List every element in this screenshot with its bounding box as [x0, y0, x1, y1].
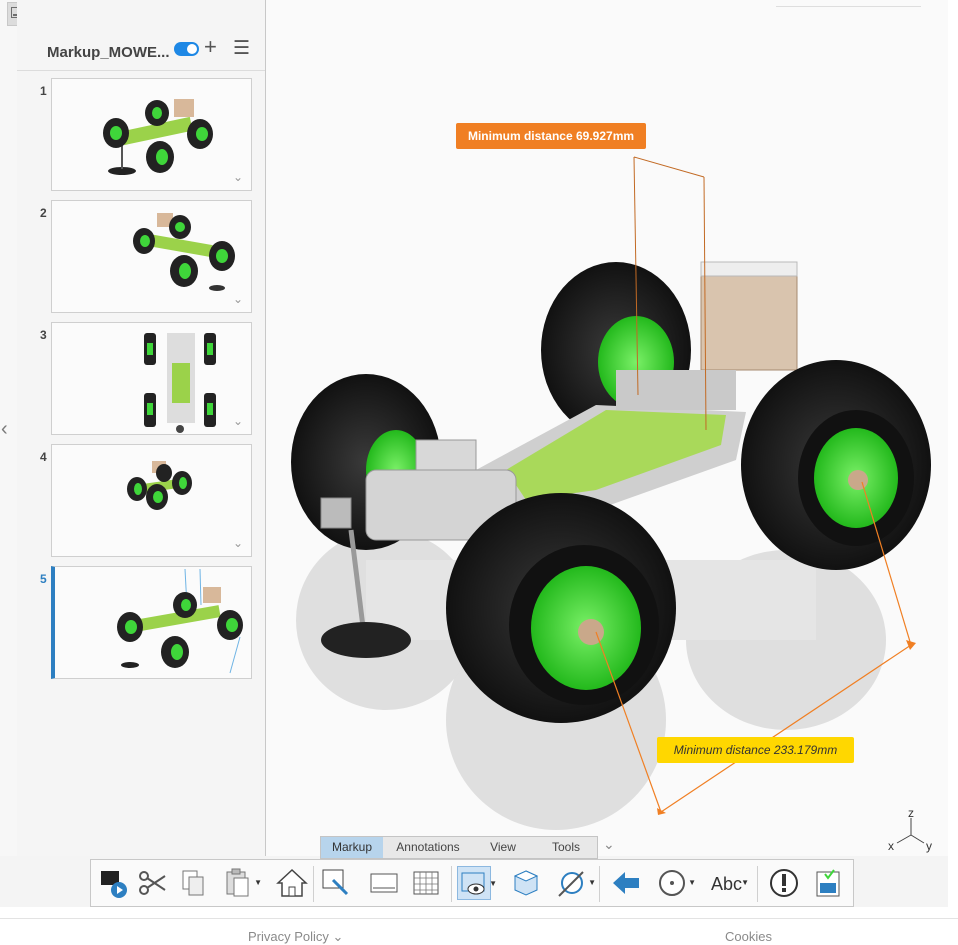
page-footer: Privacy Policy ⌄ Cookies	[0, 918, 958, 944]
back-arrow-icon[interactable]	[609, 866, 643, 900]
collapse-panel-icon[interactable]: ‹	[1, 418, 8, 441]
select-tool-icon[interactable]	[319, 866, 353, 900]
paste-icon[interactable]: ▼	[221, 866, 262, 900]
chevron-down-icon[interactable]: ⌄	[603, 836, 615, 853]
thumbnail-item-2[interactable]: 2 ⌄	[17, 200, 265, 316]
alert-icon[interactable]	[767, 866, 801, 900]
panel-icon[interactable]	[367, 866, 401, 900]
view-icon[interactable]: ▼	[457, 866, 497, 900]
toolbar-separator	[599, 866, 600, 902]
add-icon[interactable]: +	[204, 34, 217, 60]
text-tool-icon[interactable]: Abc ▼	[707, 866, 749, 900]
measurement-label-bottom[interactable]: Minimum distance 233.179mm	[657, 737, 854, 763]
axis-y-label: y	[926, 839, 932, 853]
cookies-link[interactable]: Cookies	[725, 929, 772, 944]
tab-markup[interactable]: Markup	[321, 837, 383, 858]
viewport-top-strip	[776, 0, 921, 7]
chevron-down-icon[interactable]: ⌄	[233, 292, 243, 306]
grid-icon[interactable]	[409, 866, 443, 900]
3d-viewport[interactable]: Minimum distance 69.927mm Minimum distan…	[266, 0, 948, 856]
thumbnail-item-3[interactable]: 3 ⌄	[17, 322, 265, 438]
axis-z-label: z	[908, 806, 914, 820]
thumbnail-number: 2	[40, 206, 47, 220]
text-tool-label: Abc	[711, 874, 743, 894]
thumbnail-image[interactable]: ⌄	[51, 444, 252, 557]
thumbnail-item-5[interactable]: 5	[17, 566, 265, 682]
thumbnail-image[interactable]: ⌄	[51, 200, 252, 313]
chevron-down-icon[interactable]: ⌄	[233, 170, 243, 184]
thumbnail-image[interactable]: ⌄	[51, 322, 252, 435]
tab-view[interactable]: View	[473, 837, 533, 858]
tab-annotations[interactable]: Annotations	[383, 837, 473, 858]
cut-icon[interactable]	[135, 866, 169, 900]
ribbon-tabs: Markup Annotations View Tools	[320, 836, 598, 859]
copy-icon[interactable]	[177, 866, 211, 900]
chevron-down-icon[interactable]: ⌄	[233, 536, 243, 550]
orbit-icon[interactable]: ▼	[655, 866, 696, 900]
tab-tools[interactable]: Tools	[533, 837, 599, 858]
privacy-policy-link[interactable]: Privacy Policy ⌄	[248, 929, 343, 945]
axis-triad-icon: z x y	[888, 806, 932, 853]
markup-panel: Markup_MOWE... + ☰ 1 ⌄ 2 ⌄ 3 ⌄ 4 ⌄ 5	[17, 0, 266, 856]
toolbar-separator	[757, 866, 758, 902]
thumbnail-number: 3	[40, 328, 47, 342]
thumbnail-number: 4	[40, 450, 47, 464]
thumbnail-number: 1	[40, 84, 47, 98]
present-icon[interactable]	[97, 866, 131, 900]
toolbar-separator	[313, 866, 314, 902]
home-icon[interactable]	[275, 866, 309, 900]
axis-x-label: x	[888, 839, 894, 853]
ribbon-toolbar: ▼ ▼ ▼ ▼ Abc ▼	[90, 859, 854, 907]
thumbnail-image[interactable]: ⌄	[51, 78, 252, 191]
panel-title-row: Markup_MOWE... + ☰	[17, 30, 265, 71]
thumbnail-image[interactable]	[51, 566, 252, 679]
markup-toggle[interactable]	[174, 42, 199, 56]
app-window: ‹ ⤢ Markup_MOWE... + ☰ 1	[0, 0, 948, 907]
panel-title: Markup_MOWE...	[47, 44, 170, 61]
measure-icon[interactable]: ▼	[555, 866, 596, 900]
chevron-down-icon[interactable]: ⌄	[233, 414, 243, 428]
cube-icon[interactable]	[509, 866, 543, 900]
measurement-label-top[interactable]: Minimum distance 69.927mm	[456, 123, 646, 149]
toolbar-separator	[451, 866, 452, 902]
left-edge-bar: ‹	[0, 0, 18, 856]
thumbnail-number: 5	[40, 572, 47, 586]
thumbnail-item-1[interactable]: 1 ⌄	[17, 78, 265, 194]
menu-icon[interactable]: ☰	[233, 37, 250, 60]
thumbnail-item-4[interactable]: 4 ⌄	[17, 444, 265, 560]
certificate-icon[interactable]	[811, 866, 845, 900]
